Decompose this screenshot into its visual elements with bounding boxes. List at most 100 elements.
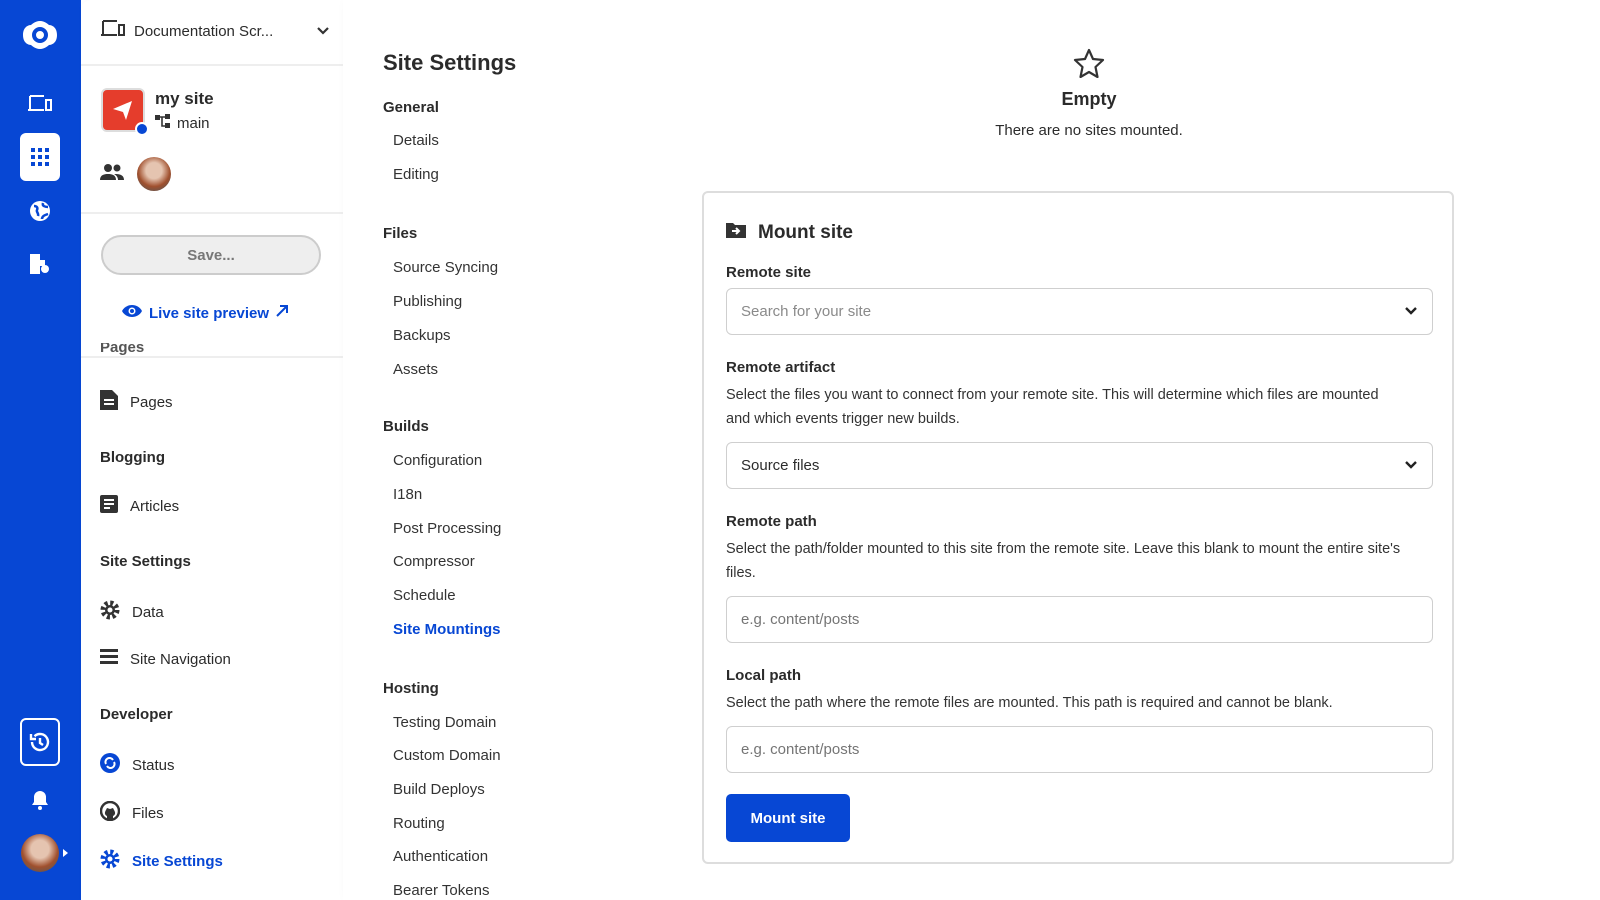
local-path-description: Select the path where the remote files a…: [726, 695, 1333, 711]
remote-artifact-value: Source files: [741, 457, 820, 474]
local-path-label: Local path: [726, 667, 802, 684]
item-label: Site Navigation: [130, 650, 231, 668]
settings-group-heading: General: [383, 99, 439, 116]
bell-icon[interactable]: [20, 780, 60, 820]
settings-nav-item-site-mountings[interactable]: Site Mountings: [393, 621, 501, 638]
logo-icon[interactable]: [20, 15, 60, 55]
sidebar-item-status[interactable]: Status: [100, 753, 175, 777]
devices-icon: [100, 20, 126, 42]
settings-nav-item-details[interactable]: Details: [393, 132, 439, 149]
settings-nav-item-publishing[interactable]: Publishing: [393, 293, 462, 310]
project-selector[interactable]: Documentation Scr...: [100, 20, 330, 42]
apps-grid-icon[interactable]: [20, 133, 60, 181]
section-heading: Blogging: [100, 449, 165, 466]
user-avatar[interactable]: [21, 834, 59, 872]
settings-group-heading: Builds: [383, 418, 429, 435]
section-heading: Developer: [100, 706, 173, 723]
sidebar-item-articles[interactable]: Articles: [100, 495, 179, 517]
settings-nav-item-editing[interactable]: Editing: [393, 166, 439, 183]
card-header: Mount site: [726, 221, 853, 244]
item-label: Status: [132, 756, 175, 774]
menu-icon: [100, 649, 118, 669]
settings-group-heading: Hosting: [383, 680, 439, 697]
sidebar-item-data[interactable]: Data: [100, 600, 164, 624]
settings-nav-item-bearer-tokens[interactable]: Bearer Tokens: [393, 882, 489, 899]
sidebar-item-pages[interactable]: Pages: [100, 390, 173, 414]
team-icon[interactable]: [100, 164, 124, 185]
history-icon[interactable]: [20, 718, 60, 766]
sidebar-item-site-navigation[interactable]: Site Navigation: [100, 649, 231, 669]
chevron-down-icon: [1404, 303, 1418, 320]
external-link-icon: [275, 304, 289, 322]
sync-badge-icon: [135, 122, 149, 136]
sidebar-item-site-settings[interactable]: Site Settings: [100, 849, 223, 873]
globe-icon[interactable]: [20, 191, 60, 231]
organization-settings-icon[interactable]: [20, 244, 60, 284]
remote-artifact-label: Remote artifact: [726, 359, 836, 376]
card-title: Mount site: [758, 221, 853, 243]
chevron-down-icon: [1404, 457, 1418, 474]
gear-icon: [100, 849, 120, 873]
cut-heading: Pages: [100, 343, 145, 355]
empty-state: Empty There are no sites mounted.: [661, 48, 1517, 139]
branch-icon: [155, 114, 171, 132]
settings-nav-item-build-deploys[interactable]: Build Deploys: [393, 781, 485, 798]
settings-nav: Site Settings General Details Editing Files…: [343, 0, 661, 900]
live-site-preview-link[interactable]: Live site preview: [121, 304, 289, 322]
github-icon: [99, 800, 121, 825]
settings-nav-item-source-syncing[interactable]: Source Syncing: [393, 259, 498, 276]
sync-icon: [100, 753, 120, 777]
remote-path-description: Select the path/folder mounted to this s…: [726, 541, 1401, 581]
article-icon: [100, 495, 118, 517]
settings-nav-item-routing[interactable]: Routing: [393, 815, 445, 832]
remote-site-label: Remote site: [726, 264, 812, 281]
site-sidebar: Documentation Scr... my site main Save..…: [81, 0, 343, 900]
item-label: Pages: [130, 393, 173, 411]
chevron-down-icon: [316, 23, 330, 40]
settings-nav-item-backups[interactable]: Backups: [393, 327, 451, 344]
empty-title: Empty: [1061, 89, 1117, 109]
remote-site-placeholder: Search for your site: [741, 303, 872, 320]
section-heading: Site Settings: [100, 553, 191, 570]
remote-path-input[interactable]: [726, 596, 1433, 643]
document-icon: [100, 390, 118, 414]
settings-nav-item-custom-domain[interactable]: Custom Domain: [393, 747, 501, 764]
local-path-input[interactable]: [726, 726, 1433, 773]
empty-text: There are no sites mounted.: [995, 122, 1183, 139]
project-name: Documentation Scr...: [134, 22, 274, 40]
remote-artifact-select[interactable]: Source files: [726, 442, 1433, 489]
settings-nav-item-configuration[interactable]: Configuration: [393, 452, 482, 469]
save-button[interactable]: Save...: [101, 235, 321, 275]
branch-name: main: [177, 114, 210, 132]
settings-nav-item-assets[interactable]: Assets: [393, 361, 438, 378]
item-label: Data: [132, 603, 164, 621]
item-label: Articles: [130, 497, 180, 515]
remote-path-label: Remote path: [726, 513, 817, 530]
eye-icon: [121, 304, 143, 322]
main-content: Empty There are no sites mounted. Mount …: [661, 0, 1600, 900]
site-logo: [101, 88, 149, 136]
folder-arrow-icon: [726, 221, 746, 244]
remote-site-select[interactable]: Search for your site: [726, 288, 1433, 335]
branch: main: [155, 114, 210, 132]
settings-nav-item-testing-domain[interactable]: Testing Domain: [393, 714, 496, 731]
caret-right-icon: [63, 849, 68, 857]
settings-nav-item-authentication[interactable]: Authentication: [393, 848, 488, 865]
devices-icon[interactable]: [20, 84, 60, 124]
item-label: Site Settings: [132, 852, 223, 870]
item-label: Files: [132, 804, 164, 822]
sidebar-item-files[interactable]: Files: [99, 800, 164, 825]
settings-nav-item-post-processing[interactable]: Post Processing: [393, 520, 501, 537]
mount-site-button[interactable]: Mount site: [726, 794, 850, 842]
settings-nav-item-compressor[interactable]: Compressor: [393, 553, 475, 570]
settings-nav-item-i18n[interactable]: I18n: [393, 486, 422, 503]
live-preview-label: Live site preview: [149, 304, 270, 322]
app-rail: [0, 0, 81, 900]
settings-nav-item-schedule[interactable]: Schedule: [393, 587, 456, 604]
mount-site-card: Mount site Remote site Search for your s…: [702, 191, 1454, 864]
gear-icon: [100, 600, 120, 624]
settings-title: Site Settings: [383, 50, 517, 75]
remote-artifact-description: Select the files you want to connect fro…: [726, 387, 1379, 427]
member-avatar[interactable]: [137, 157, 171, 191]
site-name: my site: [155, 89, 214, 108]
